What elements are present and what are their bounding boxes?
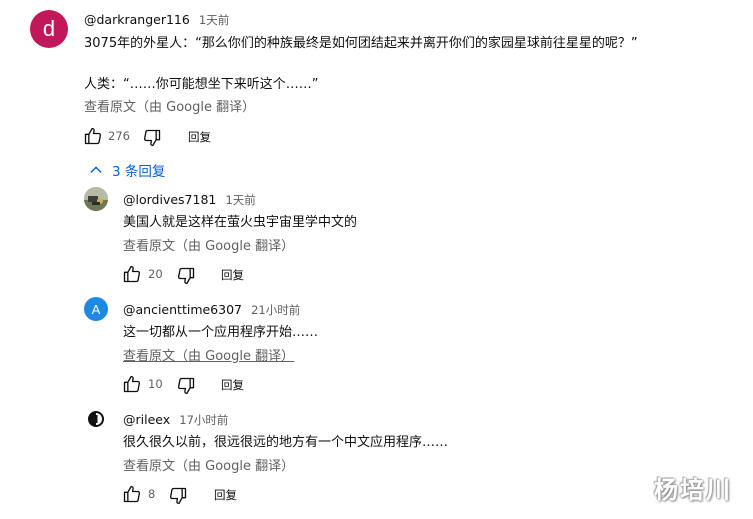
reply-button[interactable]: 回复 [214,487,237,503]
comment-header: @darkranger116 1天前 [84,9,229,28]
avatar[interactable]: d [30,10,68,48]
see-original-link[interactable]: 查看原文（由 Google 翻译） [123,345,294,364]
like-count: 20 [148,267,163,281]
avatar-image [88,411,104,427]
avatar[interactable]: A [84,297,108,321]
chevron-up-icon [90,166,102,173]
thumb-up-icon [84,127,102,145]
reply-time[interactable]: 1天前 [225,193,255,207]
thumb-down-icon [143,129,161,147]
thumb-up-icon [123,375,141,393]
reply-text: 这一切都从一个应用程序开始…… [123,325,319,340]
thumb-down-icon [177,377,195,395]
like-button[interactable] [122,374,142,394]
reply-button[interactable]: 回复 [188,129,211,145]
reply-text: 很久很久以前，很远很远的地方有一个中文应用程序…… [123,435,449,450]
avatar-letter: A [91,301,101,317]
see-original-link[interactable]: 查看原文（由 Google 翻译） [123,235,294,254]
like-count: 276 [108,129,130,143]
reply-time[interactable]: 17小时前 [179,413,228,427]
reply-header: @lordives7181 1天前 [123,189,256,208]
comment-text-line-2: 人类：“……你可能想坐下来听这个……” [84,77,319,92]
thumb-down-icon [177,267,195,285]
comment-text-line-1: 3075年的外星人：“那么你们的种族最终是如何团结起来并离开你们的家园星球前往星… [84,36,638,51]
see-original-link[interactable]: 查看原文（由 Google 翻译） [123,455,294,474]
watermark: 杨培川 [654,476,732,504]
comment-time[interactable]: 1天前 [199,13,229,27]
reply-time[interactable]: 21小时前 [251,303,300,317]
replies-count-label: 3 条回复 [112,164,166,180]
dislike-button[interactable] [176,376,196,396]
like-button[interactable] [83,126,103,146]
avatar[interactable] [84,407,108,431]
comment-author[interactable]: @darkranger116 [84,12,190,27]
dislike-button[interactable] [176,266,196,286]
reply-text: 美国人就是这样在萤火虫宇宙里学中文的 [123,215,358,230]
reply-author[interactable]: @rileex [123,412,170,427]
avatar-image [84,187,108,211]
reply-button[interactable]: 回复 [221,267,244,283]
reply-author[interactable]: @lordives7181 [123,192,216,207]
like-count: 10 [148,377,163,391]
like-button[interactable] [122,264,142,284]
reply-header: @ancienttime6307 21小时前 [123,299,300,318]
dislike-button[interactable] [168,486,188,506]
see-original-link[interactable]: 查看原文（由 Google 翻译） [84,96,255,115]
avatar[interactable] [84,187,108,211]
thumb-up-icon [123,485,141,503]
reply-button[interactable]: 回复 [221,377,244,393]
replies-toggle-button[interactable]: 3 条回复 [88,160,165,180]
reply-header: @rileex 17小时前 [123,409,228,428]
dislike-button[interactable] [142,128,162,148]
avatar-letter: d [42,16,56,41]
thumb-up-icon [123,265,141,283]
like-button[interactable] [122,484,142,504]
like-count: 8 [148,487,156,501]
reply-author[interactable]: @ancienttime6307 [123,302,242,317]
thumb-down-icon [169,487,187,505]
